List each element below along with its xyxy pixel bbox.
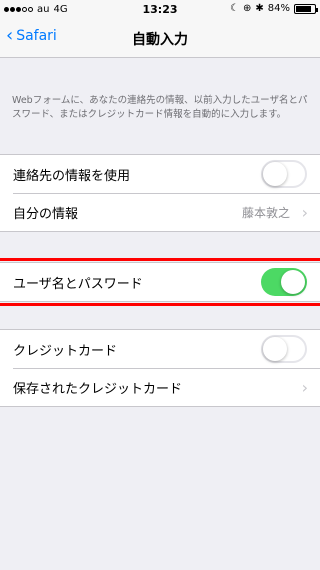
toggle-knob (281, 270, 305, 294)
battery-icon (294, 3, 318, 14)
page-title: 自動入力 (132, 32, 188, 48)
credit-cards-group: クレジットカード 保存されたクレジットカード › (0, 329, 320, 407)
moon-icon: ☾ (230, 3, 239, 14)
screen: au 4G 13:23 ☾ ⊕ ✱ 84% ‹ Safari 自動入力 Webフ… (0, 0, 320, 570)
names-passwords-toggle[interactable] (261, 268, 307, 296)
saved-credit-cards-row[interactable]: 保存されたクレジットカード › (0, 368, 320, 406)
navigation-bar: ‹ Safari 自動入力 (0, 20, 320, 58)
use-contact-info-row: 連絡先の情報を使用 (0, 155, 320, 193)
chevron-right-icon: › (301, 203, 308, 222)
use-contact-info-label: 連絡先の情報を使用 (13, 168, 131, 184)
bluetooth-icon: ✱ (255, 3, 264, 14)
names-passwords-group: ユーザ名とパスワード (0, 258, 320, 306)
my-info-label: 自分の情報 (13, 206, 79, 222)
orientation-lock-icon: ⊕ (242, 3, 252, 14)
toggle-knob (263, 162, 287, 186)
status-bar: au 4G 13:23 ☾ ⊕ ✱ 84% (0, 0, 320, 20)
credit-cards-toggle[interactable] (261, 335, 307, 363)
use-contact-info-toggle[interactable] (261, 160, 307, 188)
battery-level (296, 5, 312, 12)
contact-info-group: 連絡先の情報を使用 自分の情報 藤本敦之 › (0, 154, 320, 232)
status-right: ☾ ⊕ ✱ 84% (230, 3, 318, 14)
toggle-knob (263, 337, 287, 361)
credit-cards-label: クレジットカード (13, 343, 118, 359)
my-info-row[interactable]: 自分の情報 藤本敦之 › (0, 193, 320, 231)
names-passwords-row: ユーザ名とパスワード (0, 258, 320, 306)
saved-credit-cards-label: 保存されたクレジットカード (13, 381, 183, 397)
credit-cards-row: クレジットカード (0, 330, 320, 368)
autofill-description: Webフォームに、あなたの連絡先の情報、以前入力したユーザ名とパスワード、または… (12, 95, 308, 120)
my-info-value: 藤本敦之 (241, 205, 290, 220)
battery-percent: 84% (267, 3, 290, 14)
chevron-right-icon: › (301, 378, 308, 397)
names-passwords-label: ユーザ名とパスワード (13, 276, 143, 292)
